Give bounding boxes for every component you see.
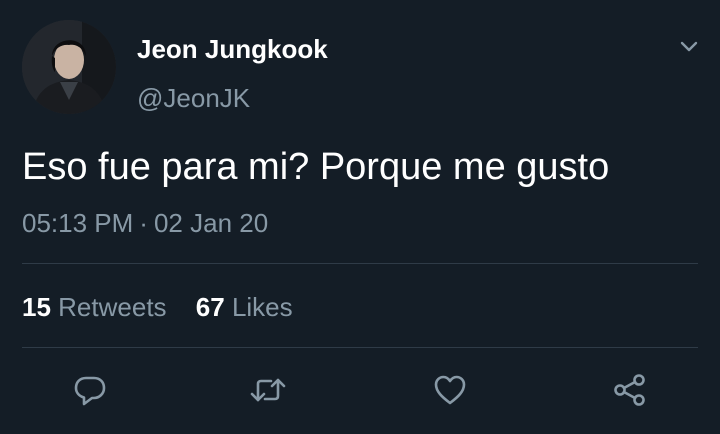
retweet-button[interactable] bbox=[246, 368, 290, 412]
username-handle[interactable]: @JeonJK bbox=[137, 82, 250, 114]
timestamp: 05:13 PM · 02 Jan 20 bbox=[22, 206, 268, 240]
separator-dot: · bbox=[139, 208, 148, 238]
likes-count: 67 bbox=[195, 292, 225, 322]
action-bar bbox=[0, 362, 720, 418]
reply-button[interactable] bbox=[68, 368, 112, 412]
retweets-label: Retweets bbox=[58, 292, 167, 322]
likes-label: Likes bbox=[231, 292, 293, 322]
chevron-down-icon[interactable] bbox=[676, 34, 702, 60]
retweet-icon bbox=[250, 378, 286, 402]
engagement-stats: 15 Retweets 67 Likes bbox=[22, 290, 315, 324]
divider bbox=[22, 263, 698, 264]
avatar[interactable] bbox=[22, 20, 116, 114]
likes-stat[interactable]: 67 Likes bbox=[196, 292, 293, 322]
retweets-count: 15 bbox=[22, 292, 51, 322]
display-name[interactable]: Jeon Jungkook bbox=[137, 33, 328, 65]
share-button[interactable] bbox=[608, 368, 652, 412]
tweet-text: Eso fue para mi? Porque me gusto bbox=[22, 146, 610, 188]
tweet-time: 05:13 PM bbox=[22, 208, 134, 238]
like-button[interactable] bbox=[428, 368, 472, 412]
divider bbox=[22, 347, 698, 348]
heart-icon bbox=[434, 375, 466, 405]
tweet-date: 02 Jan 20 bbox=[153, 208, 269, 238]
share-icon bbox=[614, 374, 645, 406]
reply-icon bbox=[74, 376, 106, 406]
tweet-detail: Jeon Jungkook @JeonJK Eso fue para mi? P… bbox=[0, 0, 720, 434]
retweets-stat[interactable]: 15 Retweets bbox=[22, 292, 167, 322]
